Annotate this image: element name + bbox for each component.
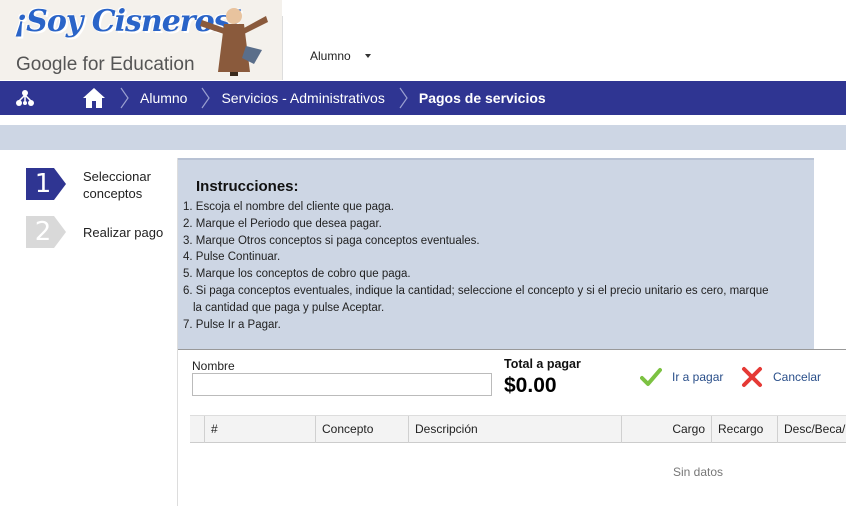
- cancel-button-label: Cancelar: [773, 370, 822, 384]
- total-label: Total a pagar: [504, 357, 581, 371]
- user-role-label: Alumno: [310, 49, 351, 63]
- total-amount: $0.00: [504, 374, 557, 397]
- step-number-badge: 1: [26, 168, 66, 200]
- step-make-payment[interactable]: 2 Realizar pago: [26, 216, 173, 248]
- instruction-item: 2. Marque el Periodo que desea pagar.: [183, 217, 382, 230]
- table-header: # Concepto Descripción Cargo Recargo Des…: [190, 415, 846, 443]
- step-number-badge: 2: [26, 216, 66, 248]
- breadcrumb-separator-icon: [120, 87, 129, 109]
- sitemap-icon[interactable]: [15, 88, 35, 108]
- instruction-item: 3. Marque Otros conceptos si paga concep…: [183, 234, 480, 247]
- instructions-list: 1. Escoja el nombre del cliente que paga…: [183, 199, 803, 333]
- breadcrumb-current-page: Pagos de servicios: [418, 90, 546, 106]
- step-label: Seleccionar conceptos: [83, 169, 151, 201]
- logo-google: Google: [16, 54, 78, 75]
- instruction-continuation: la cantidad que paga y pulse Aceptar.: [193, 301, 385, 314]
- breadcrumb-bar: Alumno Servicios - Administrativos Pagos…: [0, 81, 846, 115]
- breadcrumb-alumno[interactable]: Alumno: [140, 90, 187, 106]
- column-header-cargo[interactable]: Cargo: [621, 416, 711, 443]
- close-icon: [742, 367, 762, 387]
- header: ¡Soy Cisneros! Google for Education Alum…: [0, 0, 846, 81]
- step-select-concepts[interactable]: 1 Seleccionar conceptos: [26, 168, 173, 202]
- nombre-label: Nombre: [192, 359, 235, 373]
- step-label: Realizar pago: [83, 225, 164, 240]
- instructions-panel: Instrucciones: 1. Escoja el nombre del c…: [178, 158, 814, 349]
- instruction-item-continued: la cantidad que paga y pulse Aceptar.: [183, 300, 803, 317]
- logo-for-education: for Education: [77, 54, 195, 75]
- pay-button-label: Ir a pagar: [672, 370, 724, 384]
- section-divider: [178, 349, 846, 350]
- instruction-item: 4. Pulse Continuar.: [183, 251, 281, 264]
- instruction-item: 7. Pulse Ir a Pagar.: [183, 318, 281, 331]
- instruction-item: 1. Escoja el nombre del cliente que paga…: [183, 201, 394, 213]
- nombre-input[interactable]: [192, 373, 492, 396]
- column-header-concepto[interactable]: Concepto: [315, 416, 409, 443]
- cancel-button[interactable]: Cancelar: [741, 366, 821, 388]
- checkmark-icon: [640, 368, 662, 386]
- breadcrumb-separator-icon: [201, 87, 211, 109]
- home-icon[interactable]: [82, 87, 106, 109]
- pay-button[interactable]: Ir a pagar: [640, 366, 723, 388]
- breadcrumb-separator-icon: [399, 87, 408, 109]
- logo-subtitle: Google for Education: [16, 54, 195, 76]
- breadcrumb-servicios[interactable]: Servicios - Administrativos: [221, 90, 384, 106]
- school-logo[interactable]: ¡Soy Cisneros! Google for Education: [0, 0, 282, 80]
- empty-table-message: Sin datos: [673, 465, 724, 479]
- column-header-descripcion[interactable]: Descripción: [408, 416, 622, 443]
- column-header-recargo[interactable]: Recargo: [711, 416, 778, 443]
- step-number: 1: [34, 169, 52, 199]
- user-role-dropdown[interactable]: Alumno: [310, 49, 371, 63]
- instructions-title: Instrucciones:: [196, 178, 299, 195]
- toolbar-strip: [0, 125, 846, 150]
- column-header-number[interactable]: #: [204, 416, 316, 443]
- step-number: 2: [34, 217, 52, 247]
- instruction-item: 6. Si paga conceptos eventuales, indique…: [183, 284, 769, 297]
- friar-figure-icon: [200, 8, 268, 76]
- column-header-descuento[interactable]: Desc/Beca/C: [777, 416, 846, 443]
- caret-down-icon: [364, 54, 371, 58]
- header-divider: [282, 16, 283, 80]
- instruction-item: 5. Marque los conceptos de cobro que pag…: [183, 268, 411, 281]
